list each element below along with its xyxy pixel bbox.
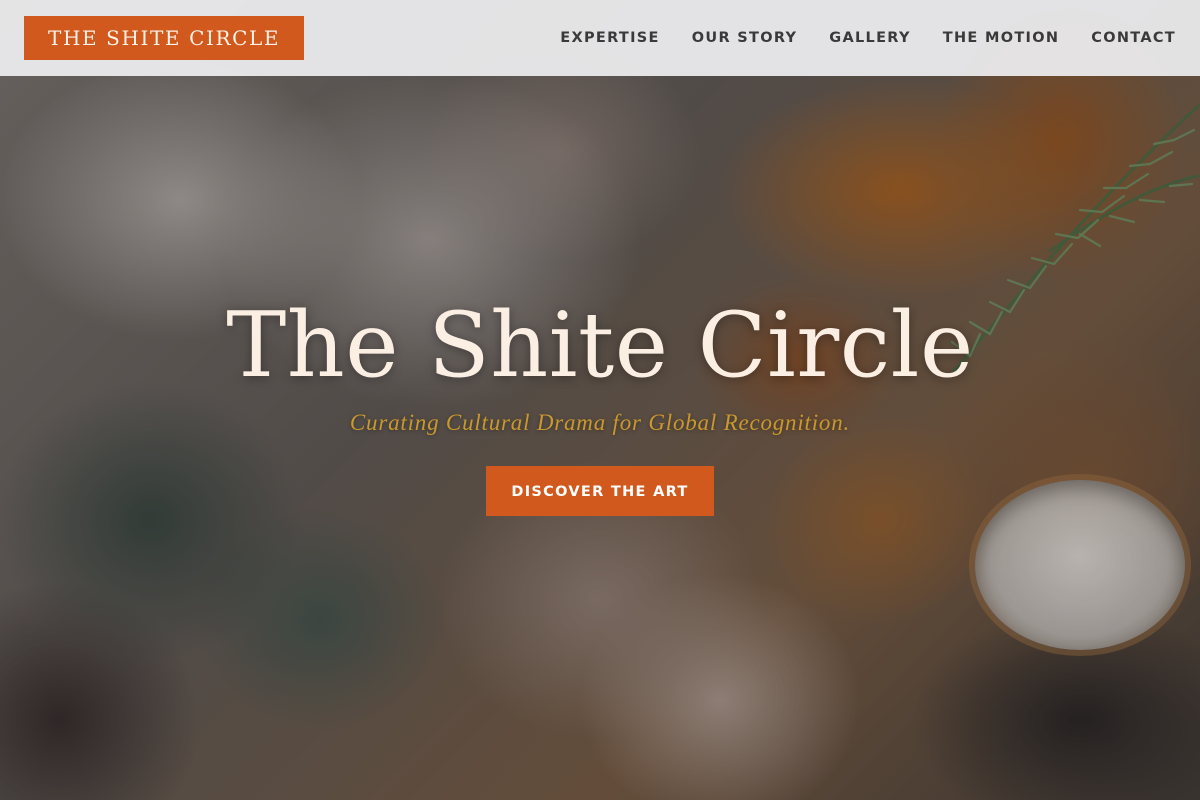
- nav-link-our-story[interactable]: OUR STORY: [692, 30, 798, 46]
- nav-link-expertise[interactable]: EXPERTISE: [560, 30, 659, 46]
- hero-section: The Shite Circle Curating Cultural Drama…: [0, 290, 1200, 516]
- page: THE SHITE CIRCLE EXPERTISE OUR STORY GAL…: [0, 0, 1200, 800]
- hero-title: The Shite Circle: [226, 293, 974, 398]
- nav-link-contact[interactable]: CONTACT: [1091, 30, 1176, 46]
- hero-tagline: Curating Cultural Drama for Global Recog…: [349, 410, 851, 435]
- nav-link-gallery[interactable]: GALLERY: [829, 30, 910, 46]
- main-navigation: EXPERTISE OUR STORY GALLERY THE MOTION C…: [560, 30, 1176, 46]
- site-logo[interactable]: THE SHITE CIRCLE: [24, 16, 305, 60]
- discover-the-art-button[interactable]: DISCOVER THE ART: [486, 466, 714, 516]
- site-header: THE SHITE CIRCLE EXPERTISE OUR STORY GAL…: [0, 0, 1200, 76]
- nav-link-the-motion[interactable]: THE MOTION: [943, 30, 1059, 46]
